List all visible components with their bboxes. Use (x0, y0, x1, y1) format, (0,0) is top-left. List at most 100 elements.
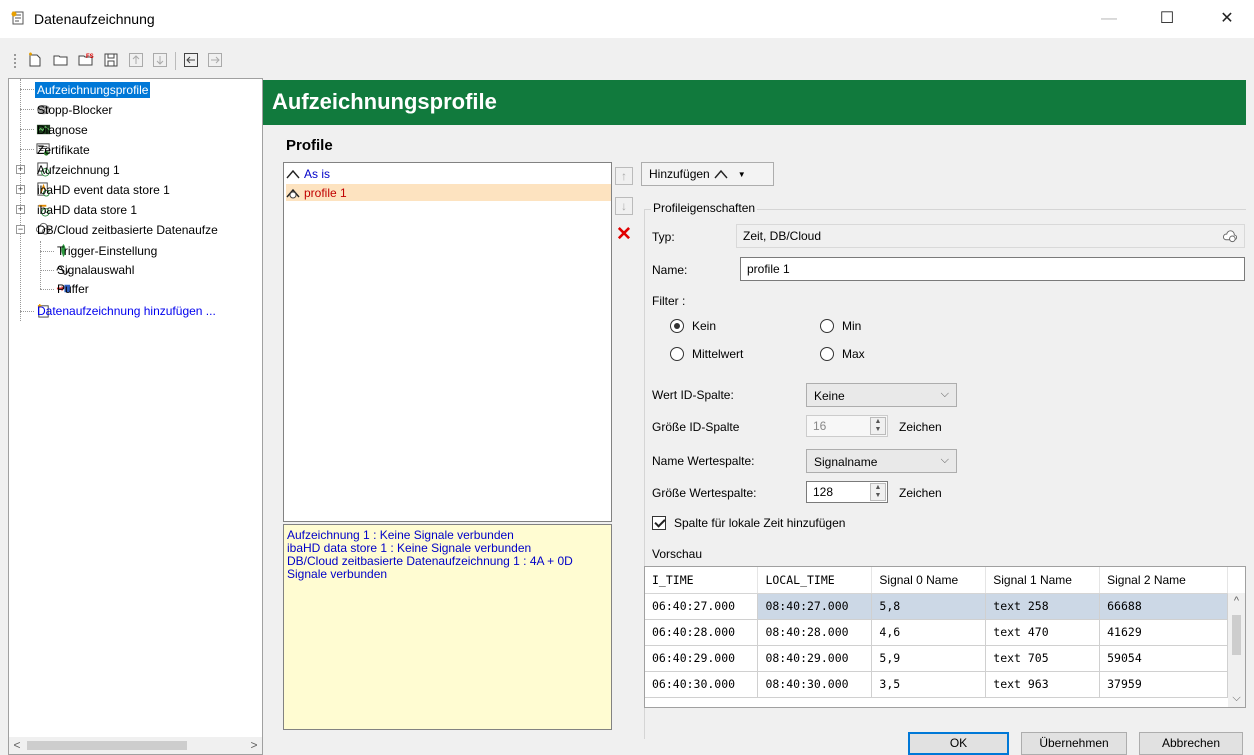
table-row[interactable]: 06:40:30.000 08:40:30.000 3,5 text 963 3… (645, 671, 1228, 698)
apply-button[interactable]: Übernehmen (1021, 732, 1127, 755)
value-size-label: Größe Wertespalte: (652, 486, 757, 500)
id-column-select[interactable]: Keine ⌵ (806, 383, 957, 407)
open-folder-icon[interactable] (52, 51, 70, 69)
spin-arrows-icon[interactable]: ▲ ▼ (870, 483, 886, 501)
profile-item-as-is[interactable]: As is (286, 165, 611, 182)
collapse-toggle[interactable]: − (16, 225, 25, 234)
save-icon[interactable] (102, 51, 120, 69)
profile-move-down-button[interactable]: ↓ (615, 197, 633, 215)
expand-toggle[interactable]: + (16, 165, 25, 174)
scroll-left-arrow[interactable]: < (9, 737, 25, 754)
table-cell: text 258 (985, 593, 1101, 620)
filter-min-radio[interactable]: Min (820, 319, 861, 333)
radio-label: Mittelwert (692, 347, 744, 361)
table-cell: 37959 (1099, 671, 1228, 698)
data-recording-window: Datenaufzeichnung — ☐ ✕ FS + + + − Aufze… (0, 0, 1254, 755)
table-cell: 5,9 (871, 645, 987, 672)
add-button-label: Hinzufügen (649, 167, 710, 181)
table-row[interactable]: 06:40:27.000 08:40:27.000 5,8 text 258 6… (645, 593, 1228, 620)
local-time-checkbox[interactable]: Spalte für lokale Zeit hinzufügen (652, 516, 845, 530)
maximize-button[interactable]: ☐ (1144, 0, 1190, 38)
filter-average-radio[interactable]: Mittelwert (670, 347, 743, 361)
tree-item-recording-1[interactable]: Aufzeichnung 1 (35, 160, 120, 179)
cancel-button[interactable]: Abbrechen (1139, 732, 1243, 755)
scroll-up-arrow[interactable]: ^ (1228, 595, 1245, 607)
tree-line (20, 149, 34, 150)
tree-line (40, 251, 54, 252)
tree-line (40, 241, 41, 289)
table-cell: 08:40:30.000 (757, 671, 873, 698)
toolbar: FS (0, 48, 300, 76)
fs-icon[interactable]: FS (77, 51, 95, 69)
tree-item-ibahd-data-store[interactable]: ibaHD data store 1 (35, 200, 137, 219)
filter-label: Filter : (652, 294, 686, 308)
table-cell: 06:40:27.000 (645, 593, 759, 620)
value-size-stepper[interactable]: 128 ▲ ▼ (806, 481, 888, 503)
tree-item-certificates[interactable]: Zertifikate (35, 140, 90, 159)
profile-curve-icon (286, 167, 304, 181)
column-header: Signal 2 Name (1099, 567, 1228, 594)
value-column-value: Signalname (814, 455, 878, 469)
table-row[interactable]: 06:40:28.000 08:40:28.000 4,6 text 470 4… (645, 619, 1228, 646)
close-button[interactable]: ✕ (1204, 0, 1250, 38)
preview-vertical-scrollbar[interactable]: ^ ⌵ (1228, 593, 1245, 707)
add-profile-dropdown-button[interactable]: Hinzufügen ▼ (641, 162, 774, 186)
column-header: Signal 1 Name (985, 567, 1101, 594)
table-cell: 06:40:28.000 (645, 619, 759, 646)
profile-curve-icon (714, 169, 728, 179)
name-input[interactable]: profile 1 (740, 257, 1245, 281)
id-size-stepper: 16 ▲ ▼ (806, 415, 888, 437)
expand-toggle[interactable]: + (16, 185, 25, 194)
chevron-down-icon: ▼ (737, 169, 746, 179)
tree-item-recording-profiles[interactable]: Aufzeichnungsprofile (35, 80, 151, 99)
cloud-clock-icon (1223, 230, 1238, 243)
profile-move-up-button[interactable]: ↑ (615, 167, 633, 185)
value-column-select[interactable]: Signalname ⌵ (806, 449, 957, 473)
expand-toggle[interactable]: + (16, 205, 25, 214)
tree-item-add-recording[interactable]: Datenaufzeichnung hinzufügen ... (35, 301, 216, 320)
tree-line (20, 109, 34, 110)
column-header: I_TIME (645, 567, 759, 594)
scroll-thumb[interactable] (1232, 615, 1241, 655)
table-header-row: I_TIME LOCAL_TIME Signal 0 Name Signal 1… (645, 567, 1228, 594)
profile-cloud-icon (286, 186, 304, 200)
tree-item-buffer[interactable]: Puffer (55, 279, 89, 298)
table-cell: text 470 (985, 619, 1101, 646)
tree-item-ibahd-event-store[interactable]: ibaHD event data store 1 (35, 180, 170, 199)
new-icon[interactable] (26, 51, 44, 69)
radio-indicator (670, 319, 684, 333)
tree-item-diagnosis[interactable]: Diagnose (35, 120, 88, 139)
filter-none-radio[interactable]: Kein (670, 319, 716, 333)
profiles-section-title: Profile (286, 137, 333, 154)
profile-item-profile-1[interactable]: profile 1 (286, 184, 611, 201)
table-row[interactable]: 06:40:29.000 08:40:29.000 5,9 text 705 5… (645, 645, 1228, 672)
toolbar-separator (175, 52, 176, 70)
checkbox-indicator (652, 516, 666, 530)
page-header: Aufzeichnungsprofile (263, 80, 1246, 125)
preview-label: Vorschau (652, 547, 703, 561)
preview-table[interactable]: I_TIME LOCAL_TIME Signal 0 Name Signal 1… (644, 566, 1246, 708)
scroll-right-arrow[interactable]: > (246, 737, 262, 754)
ok-button[interactable]: OK (908, 732, 1009, 755)
collapse-icon[interactable] (182, 51, 200, 69)
id-column-label: Wert ID-Spalte: (652, 388, 734, 402)
scroll-thumb[interactable] (27, 741, 187, 750)
profile-delete-button[interactable]: ✕ (615, 224, 633, 245)
scroll-down-arrow[interactable]: ⌵ (1228, 692, 1245, 705)
table-cell: text 963 (985, 671, 1101, 698)
tree-item-stop-blocker[interactable]: STOP Stopp-Blocker (35, 100, 112, 119)
tree-horizontal-scrollbar[interactable]: < > (9, 737, 262, 754)
chevron-down-icon: ⌵ (940, 388, 949, 400)
table-cell: 08:40:29.000 (757, 645, 873, 672)
tree-item-db-cloud-recording[interactable]: DB/Cloud zeitbasierte Datenaufze (35, 220, 218, 239)
type-value: Zeit, DB/Cloud (743, 229, 822, 243)
radio-indicator (820, 319, 834, 333)
toolbar-grip[interactable] (14, 54, 16, 68)
radio-label: Min (842, 319, 862, 333)
checkbox-label: Spalte für lokale Zeit hinzufügen (674, 516, 846, 530)
tree-item-signal-selection[interactable]: Signalauswahl (55, 260, 134, 279)
tree-item-trigger-settings[interactable]: Trigger-Einstellung (55, 241, 157, 260)
filter-max-radio[interactable]: Max (820, 347, 865, 361)
minimize-button[interactable]: — (1086, 0, 1132, 38)
table-cell: 41629 (1099, 619, 1228, 646)
